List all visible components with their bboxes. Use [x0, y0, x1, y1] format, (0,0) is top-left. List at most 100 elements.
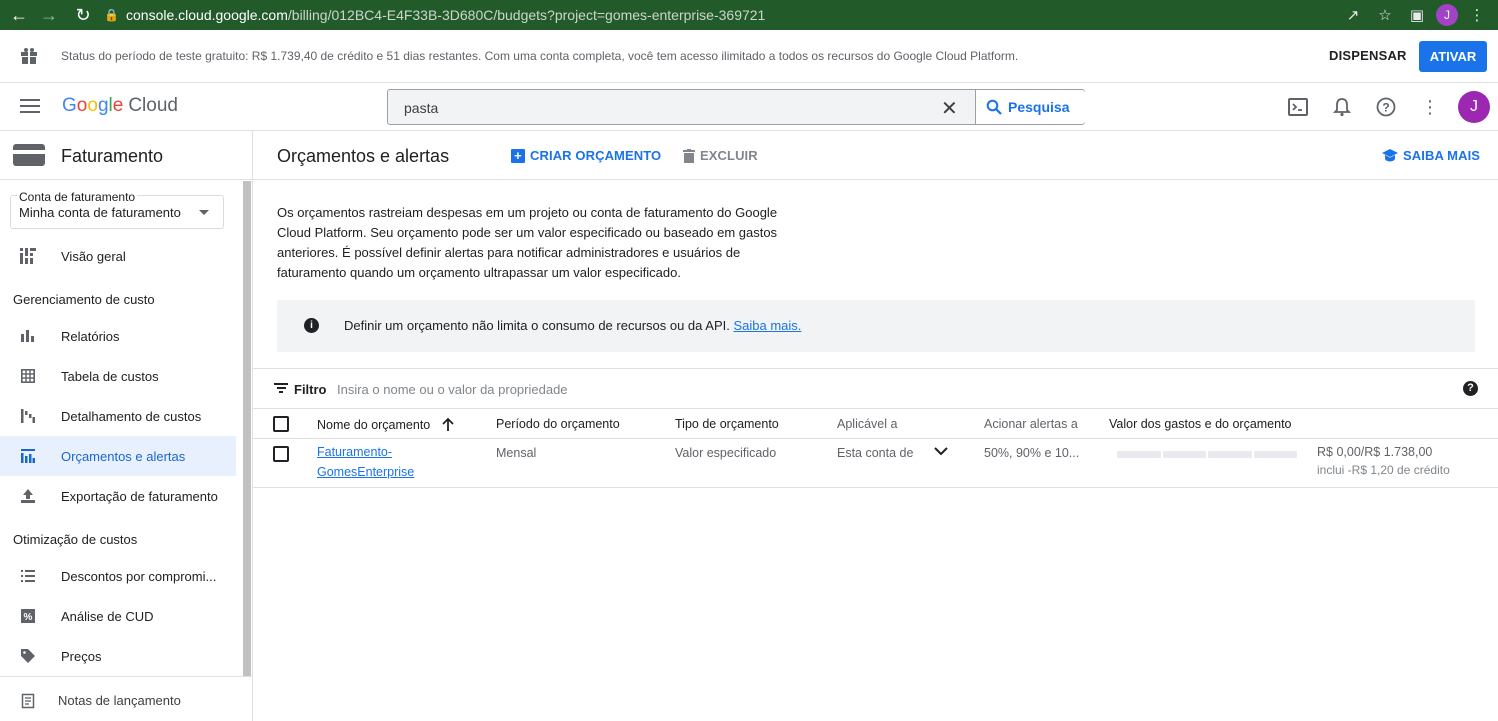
column-header-alerts: Acionar alertas a: [984, 417, 1078, 431]
sidebar-item-label: Visão geral: [61, 249, 126, 264]
select-all-checkbox[interactable]: [273, 416, 289, 432]
sidebar-toggle-icon[interactable]: ▣: [1404, 0, 1430, 30]
sidebar-header: Faturamento: [0, 131, 252, 180]
sidebar-item-billing-export[interactable]: Exportação de faturamento: [0, 476, 236, 516]
column-header-applies-to: Aplicável a: [837, 417, 898, 431]
filter-bar[interactable]: Filtro Insira o nome ou o valor da propr…: [253, 368, 1498, 409]
sort-arrow-up-icon: [442, 417, 454, 431]
budget-type: Valor especificado: [675, 446, 777, 460]
dashboard-icon: [20, 248, 36, 264]
info-text: Definir um orçamento não limita o consum…: [344, 318, 802, 333]
dismiss-button[interactable]: DISPENSAR: [1329, 48, 1407, 63]
address-bar[interactable]: 🔒 console.cloud.google.com/billing/012BC…: [104, 0, 765, 30]
budget-period: Mensal: [496, 446, 537, 460]
notifications-bell-icon[interactable]: [1320, 91, 1364, 123]
sidebar-item-cost-breakdown[interactable]: Detalhamento de custos: [0, 396, 236, 436]
column-header-type: Tipo de orçamento: [675, 417, 779, 431]
forward-icon[interactable]: →: [34, 0, 64, 30]
main-content: Orçamentos e alertas + CRIAR ORÇAMENTO E…: [253, 131, 1498, 721]
school-icon: [1382, 149, 1398, 162]
expand-row-icon[interactable]: [934, 445, 948, 459]
cloud-shell-icon[interactable]: [1276, 91, 1320, 123]
sidebar-item-commitment-discounts[interactable]: Descontos por compromi...: [0, 556, 236, 596]
back-icon[interactable]: ←: [4, 0, 34, 30]
user-avatar[interactable]: J: [1458, 91, 1490, 123]
list-icon: [20, 568, 36, 584]
budget-chart-icon: [20, 448, 36, 464]
row-checkbox[interactable]: [273, 446, 289, 462]
sidebar-item-label: Orçamentos e alertas: [61, 449, 186, 464]
delete-button[interactable]: EXCLUIR: [683, 148, 758, 163]
sidebar: Faturamento Conta de faturamento Minha c…: [0, 131, 253, 721]
billing-account-label: Conta de faturamento: [17, 190, 138, 204]
sidebar-title: Faturamento: [61, 146, 164, 166]
column-header-name[interactable]: Nome do orçamento: [317, 417, 454, 432]
percent-icon: %: [20, 608, 36, 624]
section-cost-management: Gerenciamento de custo: [13, 292, 155, 307]
browser-toolbar: ← → ↻ 🔒 console.cloud.google.com/billing…: [0, 0, 1498, 30]
filter-label: Filtro: [294, 382, 327, 397]
filter-icon: [274, 383, 288, 393]
sidebar-item-pricing[interactable]: Preços: [0, 636, 236, 676]
billing-account-select[interactable]: Conta de faturamento Minha conta de fatu…: [10, 190, 224, 229]
column-header-spend: Valor dos gastos e do orçamento: [1109, 417, 1292, 431]
info-icon: i: [304, 318, 319, 333]
search-input[interactable]: pasta: [404, 100, 438, 116]
learn-more-button[interactable]: SAIBA MAIS: [1382, 148, 1480, 163]
svg-text:%: %: [24, 612, 33, 623]
google-cloud-logo[interactable]: Google Cloud: [62, 95, 178, 117]
budget-alert-thresholds: 50%, 90% e 10...: [984, 446, 1080, 460]
browser-profile-avatar[interactable]: J: [1436, 4, 1458, 26]
spend-progress-bar: [1117, 451, 1297, 458]
sidebar-item-label: Análise de CUD: [61, 609, 154, 624]
budget-applies-to: Esta conta de: [837, 446, 913, 460]
sidebar-item-label: Detalhamento de custos: [61, 409, 202, 424]
column-header-period: Período do orçamento: [496, 417, 620, 431]
budget-name-link[interactable]: Faturamento- GomesEnterprise: [317, 442, 414, 482]
page-toolbar: Orçamentos e alertas + CRIAR ORÇAMENTO E…: [253, 131, 1498, 180]
sidebar-item-label: Exportação de faturamento: [61, 489, 218, 504]
help-icon[interactable]: ?: [1364, 91, 1408, 123]
bookmark-star-icon[interactable]: ☆: [1372, 0, 1398, 30]
gift-icon: [21, 48, 37, 64]
sidebar-scrollbar[interactable]: [243, 181, 251, 676]
share-icon[interactable]: ↗: [1340, 0, 1366, 30]
add-icon: +: [511, 148, 525, 163]
budget-amount: R$ 0,00/R$ 1.738,00: [1317, 445, 1433, 459]
sidebar-item-budgets-alerts[interactable]: Orçamentos e alertas: [0, 436, 236, 476]
table-icon: [20, 368, 36, 384]
tag-icon: [20, 648, 36, 664]
search-button[interactable]: Pesquisa: [975, 90, 1085, 124]
create-budget-button[interactable]: + CRIAR ORÇAMENTO: [511, 148, 661, 163]
clear-search-icon[interactable]: ✕: [941, 96, 958, 121]
delete-label: EXCLUIR: [700, 148, 758, 163]
lock-icon: 🔒: [104, 8, 119, 22]
trash-icon: [683, 148, 695, 163]
learn-more-link[interactable]: Saiba mais.: [733, 318, 801, 333]
activate-button[interactable]: ATIVAR: [1419, 41, 1487, 72]
filter-help-icon[interactable]: ?: [1463, 381, 1478, 396]
reload-icon[interactable]: ↻: [68, 0, 98, 30]
sidebar-item-cud-analysis[interactable]: % Análise de CUD: [0, 596, 236, 636]
sidebar-item-overview[interactable]: Visão geral: [0, 236, 236, 276]
page-description: Os orçamentos rastreiam despesas em um p…: [277, 205, 778, 280]
console-header: Google Cloud pasta ✕ Pesquisa ? ⋮ J: [0, 83, 1498, 131]
browser-menu-icon[interactable]: ⋮: [1464, 0, 1490, 30]
release-notes-link[interactable]: Notas de lançamento: [0, 676, 252, 721]
release-notes-icon: [21, 693, 35, 709]
menu-icon[interactable]: [20, 99, 40, 113]
table-header: Nome do orçamento Período do orçamento T…: [253, 409, 1498, 439]
url-host: console.cloud.google.com: [126, 7, 288, 23]
sidebar-item-reports[interactable]: Relatórios: [0, 316, 236, 356]
learn-more-label: SAIBA MAIS: [1403, 148, 1481, 163]
info-banner: i Definir um orçamento não limita o cons…: [277, 300, 1475, 352]
sidebar-item-cost-table[interactable]: Tabela de custos: [0, 356, 236, 396]
sidebar-item-label: Preços: [61, 649, 102, 664]
more-vert-icon[interactable]: ⋮: [1408, 91, 1452, 123]
create-budget-label: CRIAR ORÇAMENTO: [530, 148, 662, 163]
trial-banner: Status do período de teste gratuito: R$ …: [0, 30, 1498, 83]
upload-icon: [20, 488, 36, 504]
search-bar: pasta ✕ Pesquisa: [387, 89, 1085, 125]
filter-input[interactable]: Insira o nome ou o valor da propriedade: [337, 382, 568, 397]
page-title: Orçamentos e alertas: [277, 146, 450, 166]
